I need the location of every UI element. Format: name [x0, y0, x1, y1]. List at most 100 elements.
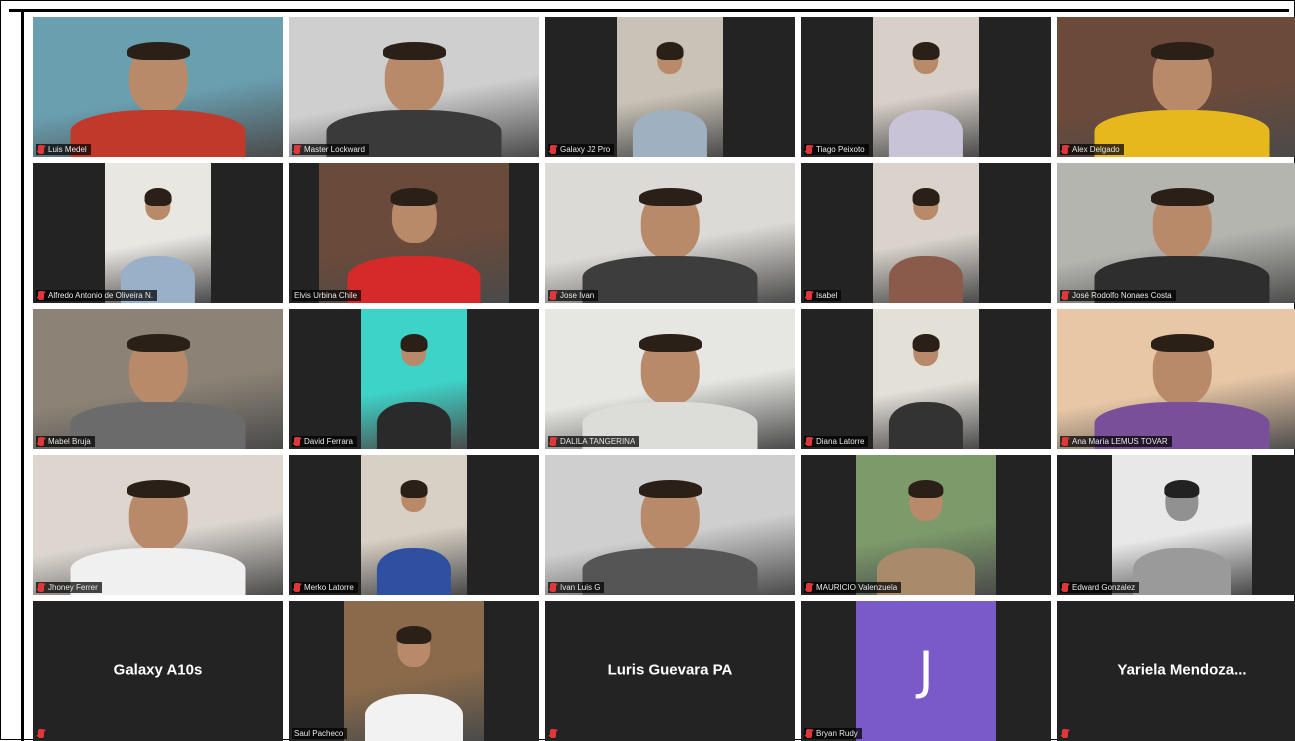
participant-name-label: Luis Medel — [48, 145, 87, 154]
muted-mic-icon — [806, 583, 812, 592]
participant-tile[interactable]: Merko Latorre — [289, 455, 539, 595]
participant-name-label: Alfredo Antonio de Oliveira N. — [48, 291, 153, 300]
participant-video — [33, 17, 283, 157]
participant-avatar: J — [856, 601, 996, 741]
participant-tile[interactable]: Alex Delgado — [1057, 17, 1295, 157]
participant-tile[interactable]: Edward Gonzalez — [1057, 455, 1295, 595]
participant-name-bar: Master Lockward — [292, 144, 369, 155]
muted-mic-icon — [1062, 145, 1068, 154]
gallery-view-grid: Luis Medel Master Lockward Galaxy J2 Pro Ti… — [33, 17, 1295, 741]
participant-tile[interactable]: Saul Pacheco — [289, 601, 539, 741]
muted-mic-icon — [38, 729, 44, 738]
participant-name-label: Alex Delgado — [1072, 145, 1120, 154]
participant-name-label: Jose Ivan — [560, 291, 595, 300]
participant-name-bar: Edward Gonzalez — [1060, 582, 1140, 593]
participant-figure — [376, 479, 452, 595]
participant-video — [319, 163, 509, 303]
muted-mic-icon — [38, 437, 44, 446]
participant-name-label: José Rodolfo Nonaes Costa — [1072, 291, 1172, 300]
participant-figure — [582, 187, 758, 303]
participant-tile[interactable]: Tiago Peixoto — [801, 17, 1051, 157]
participant-tile[interactable]: Mabel Bruja — [33, 309, 283, 449]
participant-tile[interactable]: Ivan Luis G — [545, 455, 795, 595]
muted-mic-icon — [550, 437, 556, 446]
participant-figure — [326, 41, 502, 157]
participant-name-label: Master Lockward — [304, 145, 365, 154]
participant-video — [545, 455, 795, 595]
participant-name-label: Tiago Peixoto — [816, 145, 865, 154]
participant-name-bar: Ana María LEMUS TOVAR — [1060, 436, 1172, 447]
participant-tile[interactable]: DALILA TANGERINA — [545, 309, 795, 449]
participant-figure — [70, 41, 246, 157]
participant-tile[interactable]: Elvis Urbina Chile — [289, 163, 539, 303]
muted-mic-icon — [294, 583, 300, 592]
participant-name-label: Edward Gonzalez — [1072, 583, 1136, 592]
participant-name-bar: Elvis Urbina Chile — [292, 290, 362, 301]
participant-tile[interactable]: Galaxy A10s — [33, 601, 283, 741]
participant-tile[interactable]: Luris Guevara PA — [545, 601, 795, 741]
muted-mic-icon — [550, 145, 556, 154]
muted-mic-icon — [806, 729, 812, 738]
participant-name-bar: DALILA TANGERINA — [548, 436, 640, 447]
participant-name-bar: Alfredo Antonio de Oliveira N. — [36, 290, 157, 301]
participant-video — [873, 163, 979, 303]
participant-name-bar: Jhoney Ferrer — [36, 582, 102, 593]
participant-name-bar: Tiago Peixoto — [804, 144, 869, 155]
participant-figure — [1094, 333, 1270, 449]
muted-mic-icon — [294, 145, 300, 154]
participant-video — [1057, 17, 1295, 157]
participant-name-label: Ana María LEMUS TOVAR — [1072, 437, 1168, 446]
muted-mic-icon — [806, 291, 812, 300]
participant-figure — [120, 187, 196, 303]
participant-video — [873, 17, 979, 157]
participant-name-label: MAURICIO Valenzuela — [816, 583, 898, 592]
participant-tile[interactable]: Galaxy J2 Pro — [545, 17, 795, 157]
participant-tile[interactable]: Alfredo Antonio de Oliveira N. — [33, 163, 283, 303]
participant-name-label: David Ferrara — [304, 437, 353, 446]
participant-tile[interactable]: Diana Latorre — [801, 309, 1051, 449]
participant-name-bar: Alex Delgado — [1060, 144, 1124, 155]
participant-tile[interactable]: José Rodolfo Nonaes Costa — [1057, 163, 1295, 303]
participant-name-bar: Ivan Luis G — [548, 582, 605, 593]
participant-name-bar: Luis Medel — [36, 144, 91, 155]
participant-video — [105, 163, 211, 303]
participant-figure — [582, 333, 758, 449]
participant-name-label: Jhoney Ferrer — [48, 583, 98, 592]
muted-mic-icon — [1062, 291, 1068, 300]
participant-tile[interactable]: David Ferrara — [289, 309, 539, 449]
participant-video — [361, 455, 467, 595]
participant-name-bar: Isabel — [804, 290, 842, 301]
participant-tile[interactable]: Luis Medel — [33, 17, 283, 157]
participant-name-bar — [1060, 728, 1076, 739]
participant-video — [33, 309, 283, 449]
participant-video — [1057, 309, 1295, 449]
participant-tile[interactable]: J Bryan Rudy — [801, 601, 1051, 741]
participant-name-label: DALILA TANGERINA — [560, 437, 636, 446]
participant-video — [617, 17, 723, 157]
participant-video — [344, 601, 484, 741]
participant-figure — [877, 479, 975, 595]
participant-tile[interactable]: Jose Ivan — [545, 163, 795, 303]
muted-mic-icon — [806, 437, 812, 446]
participant-figure — [1094, 187, 1270, 303]
muted-mic-icon — [38, 291, 44, 300]
participant-name-bar — [548, 728, 564, 739]
muted-mic-icon — [1062, 437, 1068, 446]
participant-figure — [632, 41, 708, 157]
muted-mic-icon — [550, 729, 556, 738]
participant-name-label: Ivan Luis G — [560, 583, 601, 592]
participant-tile[interactable]: Ana María LEMUS TOVAR — [1057, 309, 1295, 449]
participant-name-label: Galaxy J2 Pro — [560, 145, 611, 154]
muted-mic-icon — [550, 583, 556, 592]
participant-figure — [1094, 41, 1270, 157]
participant-tile[interactable]: Isabel — [801, 163, 1051, 303]
participant-video — [545, 163, 795, 303]
participant-tile[interactable]: MAURICIO Valenzuela — [801, 455, 1051, 595]
participant-tile[interactable]: Jhoney Ferrer — [33, 455, 283, 595]
participant-tile[interactable]: Yariela Mendoza... — [1057, 601, 1295, 741]
participant-tile[interactable]: Master Lockward — [289, 17, 539, 157]
muted-mic-icon — [1062, 583, 1068, 592]
muted-mic-icon — [38, 583, 44, 592]
participant-video — [361, 309, 467, 449]
participant-video — [1057, 163, 1295, 303]
